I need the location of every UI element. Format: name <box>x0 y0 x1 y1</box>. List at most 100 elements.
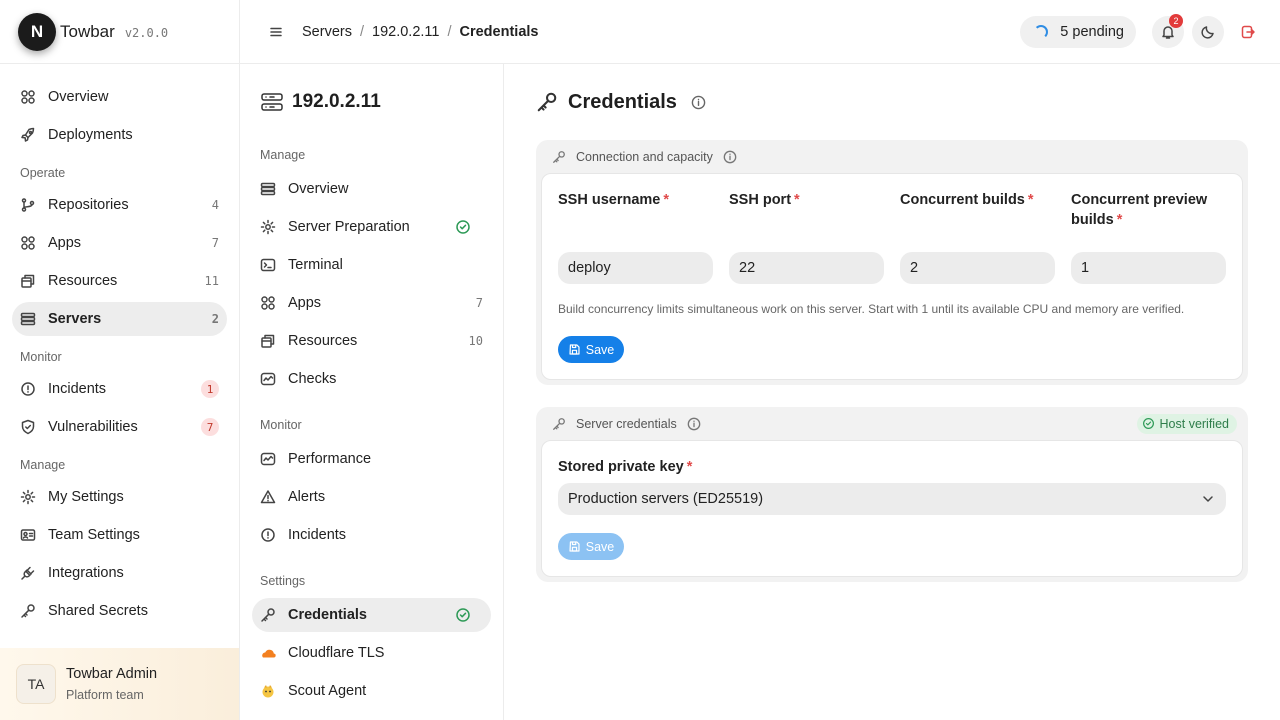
save-label: Save <box>585 342 615 357</box>
sidebar-item-integrations[interactable]: Integrations <box>12 556 227 590</box>
concurrent-preview-builds-input[interactable]: 1 <box>1071 252 1226 284</box>
save-label: Save <box>585 539 615 554</box>
top-actions: 5 pending 2 <box>1020 14 1264 48</box>
breadcrumb-separator: / <box>447 23 452 40</box>
save-button[interactable]: Save <box>558 336 624 363</box>
select-value: Production servers (ED25519) <box>568 491 764 507</box>
subnav-item-label: Server Preparation <box>288 219 410 235</box>
subnav-item-label: Incidents <box>288 527 347 543</box>
ssh-username-input[interactable]: deploy <box>558 252 713 284</box>
sidebar-item-label: Apps <box>48 235 82 251</box>
subnav-item-credentials[interactable]: Credentials <box>252 598 491 632</box>
subnav-item-label: Credentials <box>288 607 367 623</box>
subnav-item-performance[interactable]: Performance <box>252 442 491 476</box>
sidebar-item-servers[interactable]: Servers 2 <box>12 302 227 336</box>
brand-logo: N <box>16 10 56 51</box>
subnav-item-label: Overview <box>288 181 349 197</box>
subnav-item-label: Cloudflare TLS <box>288 645 385 661</box>
ssh-port-input[interactable]: 22 <box>729 252 884 284</box>
info-icon[interactable] <box>691 95 706 110</box>
sidebar-item-label: Team Settings <box>48 527 140 543</box>
subnav-item-label: Apps <box>288 295 322 311</box>
subnav-item-overview[interactable]: Overview <box>252 172 491 206</box>
panel-header: Connection and capacity <box>541 140 1243 173</box>
sidebar-item-vulnerabilities[interactable]: Vulnerabilities 7 <box>12 410 227 444</box>
field-ssh-port: SSH port * 22 <box>729 190 884 284</box>
subnav-item-apps[interactable]: Apps 7 <box>252 286 491 320</box>
breadcrumb-server[interactable]: 192.0.2.11 <box>372 24 439 40</box>
panel-title: Connection and capacity <box>576 149 713 164</box>
subnav-item-label: Terminal <box>288 257 343 273</box>
subnav-item-scout-agent[interactable]: Scout Agent <box>252 674 491 708</box>
activity-icon <box>260 452 276 466</box>
count: 2 <box>211 312 219 326</box>
theme-toggle-button[interactable] <box>1192 16 1224 48</box>
breadcrumb-current: Credentials <box>459 23 539 40</box>
server-subnav: 192.0.2.11 Manage Overview Server Prepar… <box>240 64 504 720</box>
info-icon[interactable] <box>723 150 737 164</box>
subnav-item-label: Performance <box>288 451 372 467</box>
boxes-icon <box>261 334 275 348</box>
gear-icon <box>20 489 36 505</box>
subnav-item-alerts[interactable]: Alerts <box>252 480 491 514</box>
sidebar-item-apps[interactable]: Apps 7 <box>12 226 227 260</box>
subnav-item-server-preparation[interactable]: Server Preparation <box>252 210 491 244</box>
brand-name: Towbar <box>60 21 115 41</box>
sidebar-item-label: Repositories <box>48 197 129 213</box>
brand[interactable]: N Towbar v2.0.0 <box>0 0 239 64</box>
pending-label: 5 pending <box>1060 24 1124 40</box>
field-ssh-username: SSH username * deploy <box>558 190 713 284</box>
server-icon <box>260 182 276 196</box>
sidebar-item-my-settings[interactable]: My Settings <box>12 480 227 514</box>
logout-icon <box>1241 25 1255 39</box>
user-card[interactable]: TA Towbar Admin Platform team <box>0 648 239 720</box>
sidebar-item-repositories[interactable]: Repositories 4 <box>12 188 227 222</box>
private-key-select[interactable]: Production servers (ED25519) <box>558 483 1226 515</box>
concurrent-builds-input[interactable]: 2 <box>900 252 1055 284</box>
server-icon <box>261 93 283 111</box>
server-title: 192.0.2.11 <box>252 64 491 140</box>
sidebar-item-team-settings[interactable]: Team Settings <box>12 518 227 552</box>
info-icon[interactable] <box>687 417 701 431</box>
sidebar-item-resources[interactable]: Resources 11 <box>12 264 227 298</box>
main-content: Credentials Connection and capacity SSH … <box>536 64 1248 604</box>
page-title: Credentials <box>568 90 677 113</box>
logout-button[interactable] <box>1232 16 1264 48</box>
panel-header: Server credentials Host verified <box>541 407 1243 440</box>
subnav-section-settings: Settings <box>260 574 306 588</box>
key-icon <box>21 604 35 618</box>
subnav-item-checks[interactable]: Checks <box>252 362 491 396</box>
subnav-item-cloudflare-tls[interactable]: Cloudflare TLS <box>252 636 491 670</box>
count-badge: 7 <box>201 418 219 436</box>
sidebar-item-shared-secrets[interactable]: Shared Secrets <box>12 594 227 628</box>
breadcrumb-servers[interactable]: Servers <box>302 24 352 40</box>
sidebar-item-incidents[interactable]: Incidents 1 <box>12 372 227 406</box>
subnav-item-resources[interactable]: Resources 10 <box>252 324 491 358</box>
warning-icon <box>260 490 276 504</box>
subnav-item-terminal[interactable]: Terminal <box>252 248 491 282</box>
count: 7 <box>475 296 483 310</box>
rocket-icon <box>21 127 35 142</box>
status-badge: Host verified <box>1136 413 1237 434</box>
subnav-item-label: Scout Agent <box>288 683 367 699</box>
subnav-item-incidents[interactable]: Incidents <box>252 518 491 552</box>
save-button-disabled[interactable]: Save <box>558 533 624 560</box>
notifications-button[interactable]: 2 <box>1152 14 1184 48</box>
check-circle-icon <box>1142 418 1154 429</box>
subnav-section-manage: Manage <box>260 148 306 162</box>
field-label: Concurrent builds * <box>900 192 1034 208</box>
sidebar-item-overview[interactable]: Overview <box>12 80 227 114</box>
sidebar-item-label: Vulnerabilities <box>48 419 138 435</box>
avatar: TA <box>16 664 56 704</box>
subnav-section-monitor: Monitor <box>260 418 302 432</box>
sidebar-item-deployments[interactable]: Deployments <box>12 118 227 152</box>
cloud-icon <box>262 649 276 658</box>
pending-tasks-button[interactable]: 5 pending <box>1020 16 1136 48</box>
page-header: Credentials <box>536 64 1248 140</box>
key-icon <box>261 608 275 622</box>
check-circle-icon <box>456 608 470 622</box>
alert-circle-icon <box>21 382 35 396</box>
status-label: Host verified <box>1159 416 1229 431</box>
activity-icon <box>260 372 276 386</box>
menu-toggle-button[interactable] <box>268 24 284 40</box>
